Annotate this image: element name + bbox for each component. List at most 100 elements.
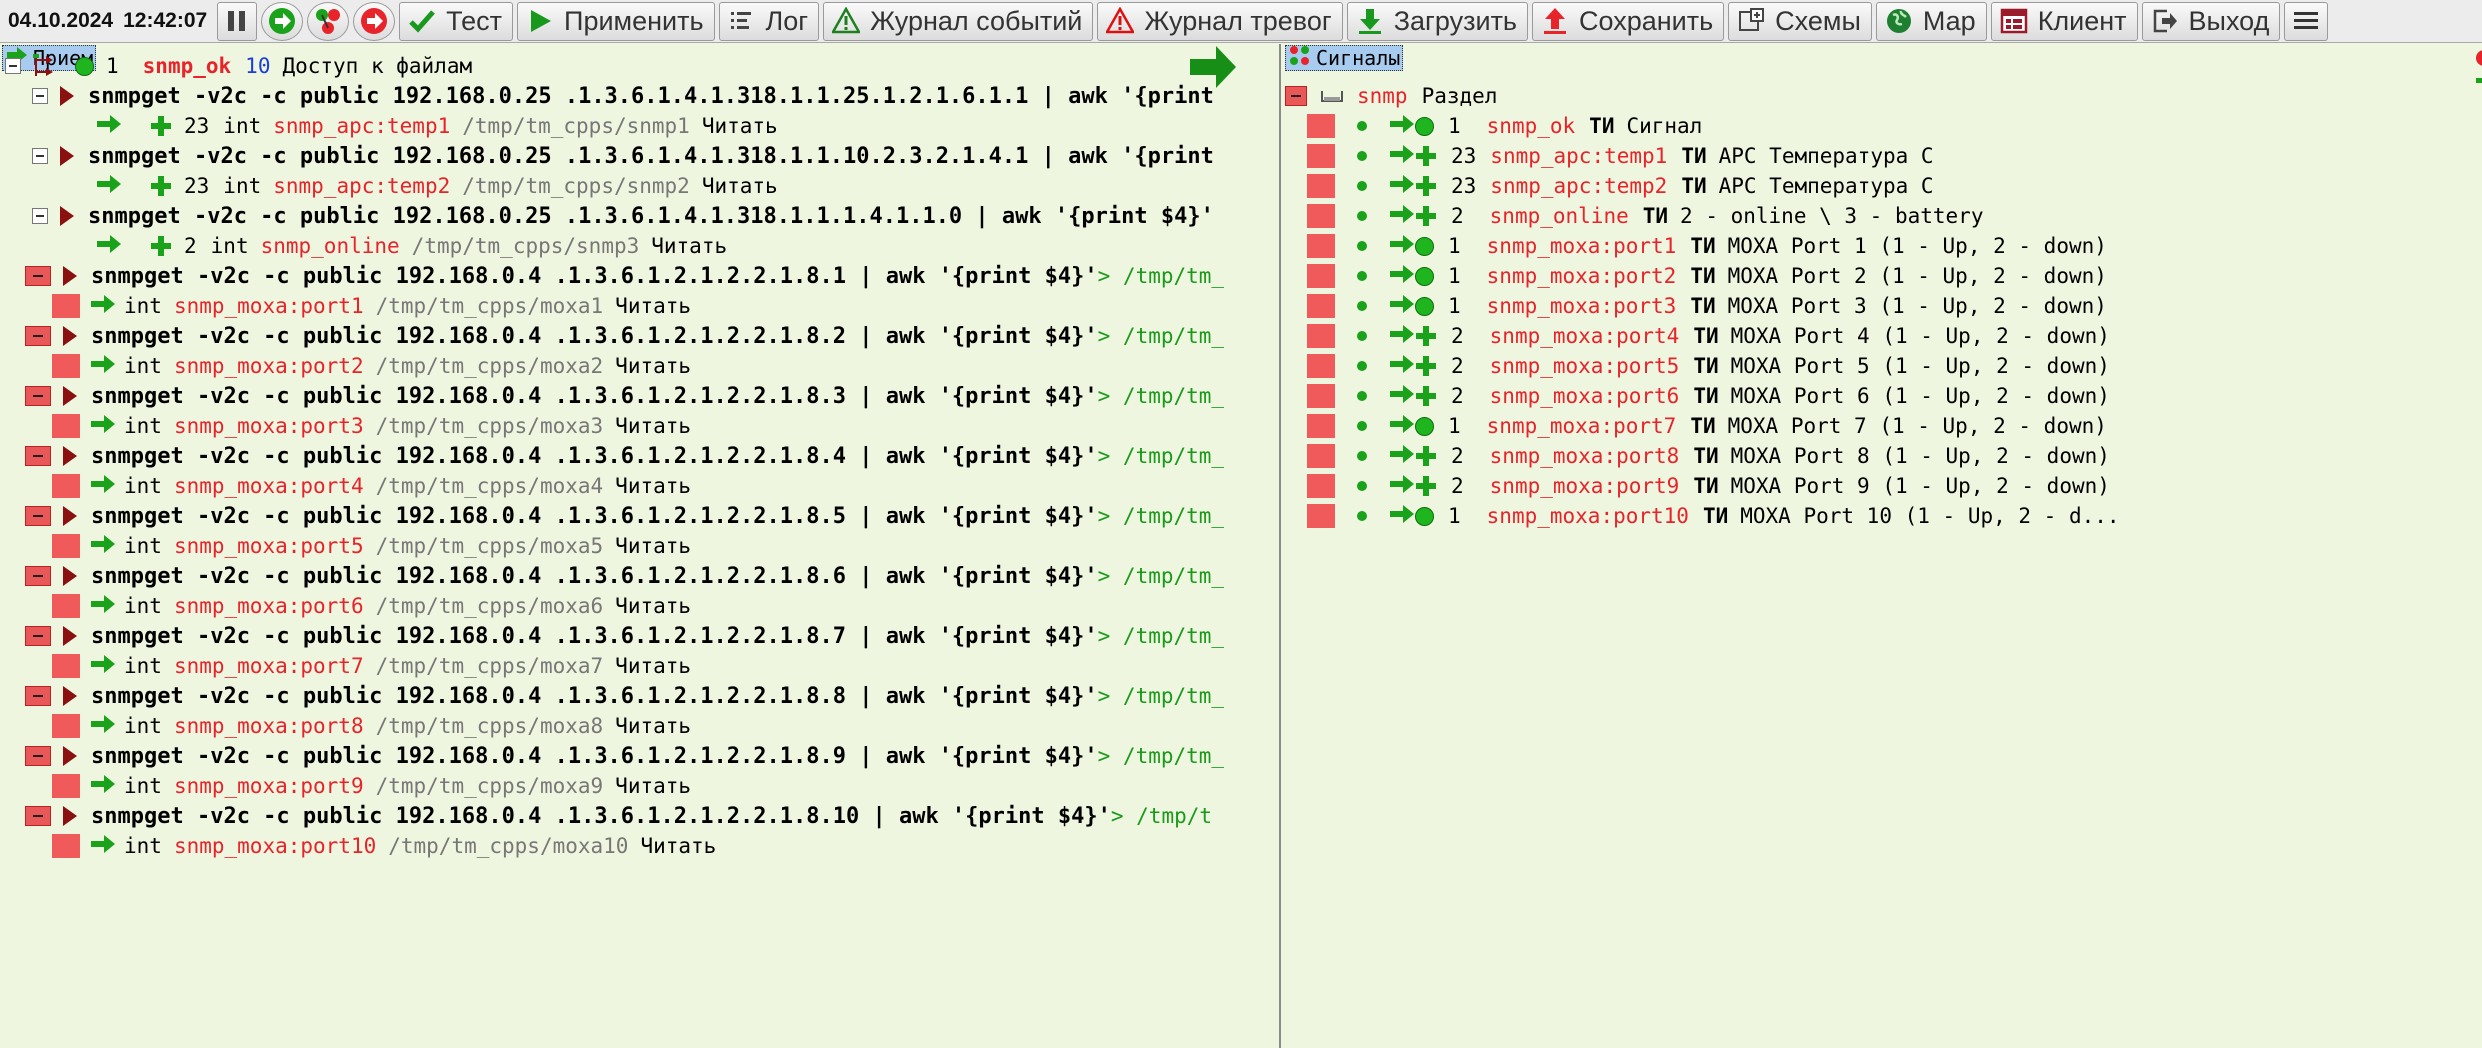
command-row[interactable]: snmpget -v2c -c public 192.168.0.4 .1.3.… bbox=[25, 261, 1224, 291]
tag-row[interactable]: int snmp_moxa:port7/tmp/tm_cpps/moxa7 Чита… bbox=[52, 651, 691, 681]
status-ok-icon bbox=[1415, 416, 1434, 436]
tag-action: Читать bbox=[615, 414, 692, 438]
command-row[interactable]: snmpget -v2c -c public 192.168.0.4 .1.3.… bbox=[25, 741, 1224, 771]
command-row[interactable]: snmpget -v2c -c public 192.168.0.4 .1.3.… bbox=[25, 501, 1224, 531]
receive-arrow-icon bbox=[1389, 233, 1415, 260]
test-button[interactable]: Тест bbox=[399, 1, 514, 41]
tag-row[interactable]: int snmp_moxa:port4/tmp/tm_cpps/moxa4 Чита… bbox=[52, 471, 691, 501]
collapse-toggle[interactable] bbox=[25, 626, 51, 646]
map-button[interactable]: Мар bbox=[1875, 1, 1987, 41]
command-row[interactable]: snmpget -v2c -c public 192.168.0.4 .1.3.… bbox=[25, 801, 1212, 831]
tag-row[interactable]: 23 int snmp_apc:temp2/tmp/tm_cpps/snmp2 Чит… bbox=[96, 171, 778, 201]
command-row[interactable]: snmpget -v2c -c public 192.168.0.4 .1.3.… bbox=[25, 621, 1224, 651]
signal-row[interactable]: 23 snmp_apc:temp1 ТИ APC Температура С bbox=[1307, 141, 1934, 171]
tag-row[interactable]: int snmp_moxa:port10/tmp/tm_cpps/moxa10 Чи… bbox=[52, 831, 716, 861]
command-row[interactable]: snmpget -v2c -c public 192.168.0.4 .1.3.… bbox=[25, 561, 1224, 591]
collapse-toggle[interactable] bbox=[32, 148, 48, 164]
tag-type: int bbox=[124, 774, 162, 798]
signal-row[interactable]: 2 snmp_moxa:port5 ТИ MOXA Port 5 (1 - Up, 2… bbox=[1307, 351, 2110, 381]
collapse-toggle[interactable] bbox=[25, 566, 51, 586]
command-row[interactable]: snmpget -v2c -c public 192.168.0.25 .1.3… bbox=[32, 81, 1214, 111]
error-status-icon bbox=[52, 654, 80, 678]
schemes-button[interactable]: Схемы bbox=[1728, 1, 1872, 41]
collapse-toggle[interactable] bbox=[32, 208, 48, 224]
log-button[interactable]: Лог bbox=[718, 1, 820, 41]
collapse-toggle[interactable] bbox=[25, 806, 51, 826]
alarms-journal-button[interactable]: Журнал тревог bbox=[1097, 1, 1343, 41]
signal-description: Сигнал bbox=[1626, 114, 1703, 138]
command-row[interactable]: snmpget -v2c -c public 192.168.0.4 .1.3.… bbox=[25, 681, 1224, 711]
menu-button[interactable] bbox=[2284, 1, 2329, 41]
collapse-toggle[interactable] bbox=[1285, 86, 1307, 106]
apply-button[interactable]: Применить bbox=[517, 1, 715, 41]
signal-row[interactable]: 1 snmp_moxa:port1 ТИ MOXA Port 1 (1 - Up, 2… bbox=[1307, 231, 2107, 261]
map-button-label: Мар bbox=[1922, 5, 1976, 36]
command-row[interactable]: snmpget -v2c -c public 192.168.0.4 .1.3.… bbox=[25, 321, 1224, 351]
collapse-toggle[interactable] bbox=[25, 746, 51, 766]
receive-arrow-icon bbox=[90, 353, 116, 380]
tag-row[interactable]: int snmp_moxa:port6/tmp/tm_cpps/moxa6 Чита… bbox=[52, 591, 691, 621]
active-dot-icon bbox=[1357, 181, 1367, 191]
signal-row[interactable]: 2 snmp_moxa:port9 ТИ MOXA Port 9 (1 - Up, 2… bbox=[1307, 471, 2110, 501]
command-redirect: > /tmp/tm_ bbox=[1097, 264, 1225, 288]
collapse-toggle[interactable] bbox=[32, 88, 48, 104]
command-row[interactable]: snmpget -v2c -c public 192.168.0.25 .1.3… bbox=[32, 201, 1214, 231]
command-text: snmpget -v2c -c public 192.168.0.4 .1.3.… bbox=[91, 263, 1098, 289]
tag-row[interactable]: int snmp_moxa:port3/tmp/tm_cpps/moxa3 Чита… bbox=[52, 411, 691, 441]
value-plus-icon bbox=[150, 175, 172, 197]
signal-row[interactable]: 1 snmp_moxa:port2 ТИ MOXA Port 2 (1 - Up, 2… bbox=[1307, 261, 2107, 291]
signal-description: MOXA Port 3 (1 - Up, 2 - down) bbox=[1727, 294, 2107, 318]
green-forward-icon bbox=[266, 5, 298, 37]
red-forward-button[interactable] bbox=[353, 1, 396, 41]
events-journal-button[interactable]: Журнал событий bbox=[823, 1, 1094, 41]
tag-row[interactable]: 23 int snmp_apc:temp1/tmp/tm_cpps/snmp1 Чит… bbox=[96, 111, 778, 141]
signal-row[interactable]: 1 snmp_ok ТИ Сигнал bbox=[1307, 111, 1702, 141]
signal-row[interactable]: 2 snmp_online ТИ 2 - online \ 3 - battery bbox=[1307, 201, 1983, 231]
collapse-toggle[interactable] bbox=[25, 266, 51, 286]
signal-row[interactable]: 1 snmp_moxa:port10 ТИ MOXA Port 10 (1 - Up,… bbox=[1307, 501, 2120, 531]
command-row[interactable]: snmpget -v2c -c public 192.168.0.4 .1.3.… bbox=[25, 441, 1224, 471]
signal-name: snmp_moxa:port5 bbox=[1489, 354, 1680, 378]
tag-row[interactable]: int snmp_moxa:port2/tmp/tm_cpps/moxa2 Чита… bbox=[52, 351, 691, 381]
collapse-toggle[interactable] bbox=[25, 446, 51, 466]
signal-description: MOXA Port 10 (1 - Up, 2 - d... bbox=[1740, 504, 2120, 528]
client-button[interactable]: Клиент bbox=[1990, 1, 2138, 41]
tag-row[interactable]: int snmp_moxa:port9/tmp/tm_cpps/moxa9 Чита… bbox=[52, 771, 691, 801]
collapse-toggle[interactable] bbox=[25, 386, 51, 406]
load-button[interactable]: Загрузить bbox=[1346, 1, 1528, 41]
collapse-toggle[interactable] bbox=[25, 686, 51, 706]
signal-row[interactable]: 2 snmp_moxa:port4 ТИ MOXA Port 4 (1 - Up, 2… bbox=[1307, 321, 2110, 351]
command-play-icon bbox=[60, 86, 74, 106]
tag-name: snmp_moxa:port2 bbox=[173, 354, 364, 378]
tag-row[interactable]: int snmp_moxa:port5/tmp/tm_cpps/moxa5 Чита… bbox=[52, 531, 691, 561]
exit-button[interactable]: Выход bbox=[2141, 1, 2281, 41]
collapse-toggle[interactable] bbox=[25, 326, 51, 346]
pause-button[interactable] bbox=[217, 1, 258, 41]
signal-row[interactable]: 2 snmp_moxa:port6 ТИ MOXA Port 6 (1 - Up, 2… bbox=[1307, 381, 2110, 411]
command-row[interactable]: snmpget -v2c -c public 192.168.0.25 .1.3… bbox=[32, 141, 1214, 171]
section-root-row[interactable]: snmp Раздел bbox=[1285, 81, 1497, 111]
command-play-icon bbox=[63, 626, 77, 646]
collapse-toggle[interactable] bbox=[5, 58, 21, 74]
signals-panel-header[interactable]: Сигналы bbox=[1283, 44, 1404, 72]
command-row[interactable]: snmpget -v2c -c public 192.168.0.4 .1.3.… bbox=[25, 381, 1224, 411]
signal-row[interactable]: 1 snmp_moxa:port3 ТИ MOXA Port 3 (1 - Up, 2… bbox=[1307, 291, 2107, 321]
tree-root-row[interactable]: 1 snmp_ok 10 Доступ к файлам bbox=[5, 51, 472, 81]
tag-row[interactable]: int snmp_moxa:port8/tmp/tm_cpps/moxa8 Чита… bbox=[52, 711, 691, 741]
command-play-icon bbox=[63, 506, 77, 526]
tag-row[interactable]: int snmp_moxa:port1/tmp/tm_cpps/moxa1 Чита… bbox=[52, 291, 691, 321]
signal-row[interactable]: 23 snmp_apc:temp2 ТИ APC Температура С bbox=[1307, 171, 1934, 201]
signal-description: MOXA Port 7 (1 - Up, 2 - down) bbox=[1727, 414, 2107, 438]
command-text: snmpget -v2c -c public 192.168.0.25 .1.3… bbox=[88, 83, 1214, 109]
signals-header-box[interactable]: Сигналы bbox=[1285, 45, 1404, 71]
tree-button[interactable] bbox=[307, 1, 350, 41]
collapse-toggle[interactable] bbox=[25, 506, 51, 526]
signal-row[interactable]: 1 snmp_moxa:port7 ТИ MOXA Port 7 (1 - Up, 2… bbox=[1307, 411, 2107, 441]
save-button[interactable]: Сохранить bbox=[1532, 1, 1725, 41]
receive-arrow-icon bbox=[96, 233, 122, 260]
tag-row[interactable]: 2 int snmp_online/tmp/tm_cpps/snmp3 Читать bbox=[96, 231, 727, 261]
active-dot-icon bbox=[1357, 511, 1367, 521]
receive-arrow-icon bbox=[1389, 503, 1415, 530]
forward-button[interactable] bbox=[261, 1, 304, 41]
signal-row[interactable]: 2 snmp_moxa:port8 ТИ MOXA Port 8 (1 - Up, 2… bbox=[1307, 441, 2110, 471]
